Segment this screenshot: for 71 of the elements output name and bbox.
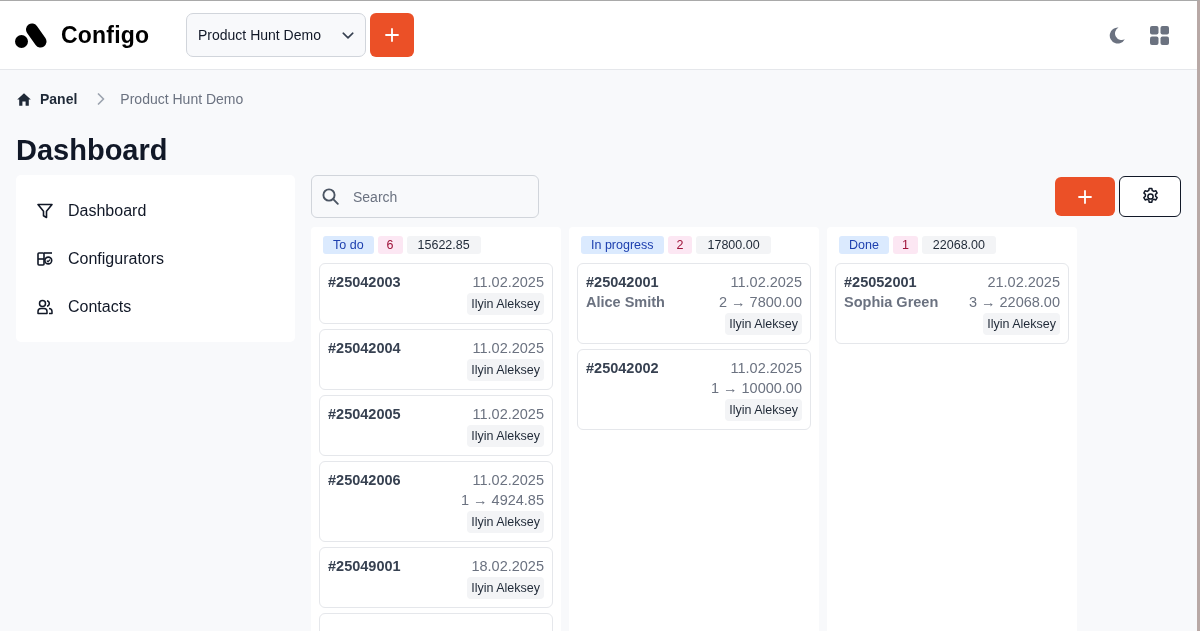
logo-icon [15,22,47,48]
plus-icon [385,28,399,42]
order-card[interactable]: #25042006 11.02.2025 1 → 4924.85 Ilyin Aleksey [319,461,553,542]
count-label: 1 [892,236,918,254]
settings-button[interactable] [1119,176,1181,217]
total-label: 22068.00 [921,236,996,254]
assignee-tag: Ilyin Aleksey [467,425,544,447]
order-date: 11.02.2025 [472,339,544,358]
caret-icon [342,31,354,39]
home-icon [17,92,31,106]
assignee-tag: Ilyin Aleksey [725,399,802,421]
users-icon [37,299,53,315]
order-card[interactable]: #25042004 11.02.2025 Ilyin Aleksey [319,329,553,390]
order-date: 11.02.2025 [472,471,544,490]
order-date: 11.02.2025 [730,273,802,292]
add-button[interactable] [370,13,414,57]
order-number: #25052001 [844,273,918,292]
layout-gear-icon [37,251,53,267]
customer-name: Sophia Green [844,293,939,312]
order-amount: 2 → 7800.00 [718,293,802,312]
count-label: 6 [377,236,403,254]
sidebar-item[interactable]: Configurators [16,235,175,283]
order-number: #25042005 [328,405,401,424]
order-number: #25042006 [328,471,401,490]
breadcrumb-current: Product Hunt Demo [120,91,244,107]
order-number: #25042004 [328,339,401,358]
search-field[interactable]: Search [311,175,539,218]
order-date: 18.02.2025 [471,557,544,576]
sidebar-item[interactable]: Contacts [16,283,142,331]
customer-name: Alice Smith [586,293,665,312]
order-card[interactable]: #25042005 11.02.2025 Ilyin Aleksey [319,395,553,456]
order-number: #25042003 [328,273,401,292]
order-date: 11.02.2025 [472,405,544,424]
order-card[interactable]: #25042002 11.02.2025 1 → 10000.00 Ilyin Aleksey [577,349,811,430]
status-label: To do [323,236,374,254]
order-date: 21.02.2025 [987,273,1060,292]
order-card[interactable]: #25042003 11.02.2025 Ilyin Aleksey [319,263,553,324]
filter-icon [37,203,53,219]
moon-icon[interactable] [1109,26,1125,44]
order-date: 11.02.2025 [472,273,544,292]
order-amount: 3 → 22068.00 [968,293,1060,312]
assignee-tag: Ilyin Aleksey [983,313,1060,335]
order-number: #25042001 [586,273,660,292]
status-label: Done [839,236,889,254]
grid-icon[interactable] [1150,25,1169,45]
sidebar-item[interactable]: Dashboard [16,187,157,235]
order-number: #25042002 [586,359,659,378]
assignee-tag: Ilyin Aleksey [467,511,544,533]
order-number: #25049001 [328,557,401,576]
order-card[interactable]: #25042001 Alice Smith 11.02.2025 2 → 7800.00 Ilyin Aleksey [577,263,811,344]
order-card[interactable]: #25052001 Sophia Green 21.02.2025 3 → 22068.00 Ilyin Aleksey [835,263,1069,344]
assignee-tag: Ilyin Aleksey [467,293,544,315]
order-amount: 1 → 4924.85 [460,491,544,510]
order-card[interactable]: #25049001 18.02.2025 Ilyin Aleksey [319,547,553,608]
assignee-tag: Ilyin Aleksey [725,313,802,335]
assignee-tag: Ilyin Aleksey [467,577,544,599]
app-name: Configo [61,21,150,49]
order-date: 11.02.2025 [730,359,802,378]
total-label: 17800.00 [696,236,771,254]
assignee-tag: Ilyin Aleksey [467,359,544,381]
breadcrumb-link[interactable]: Panel [17,91,78,107]
search-icon [322,188,339,205]
order-amount: 1 → 10000.00 [710,379,802,398]
chevron-icon [97,93,106,105]
settings-icon [1140,187,1160,206]
project-select[interactable]: Product Hunt Demo [186,13,366,57]
status-label: In progress [581,236,664,254]
count-label: 2 [667,236,693,254]
plus-icon [1078,189,1092,204]
total-label: 15622.85 [406,236,481,254]
page-title: Dashboard [16,133,168,167]
